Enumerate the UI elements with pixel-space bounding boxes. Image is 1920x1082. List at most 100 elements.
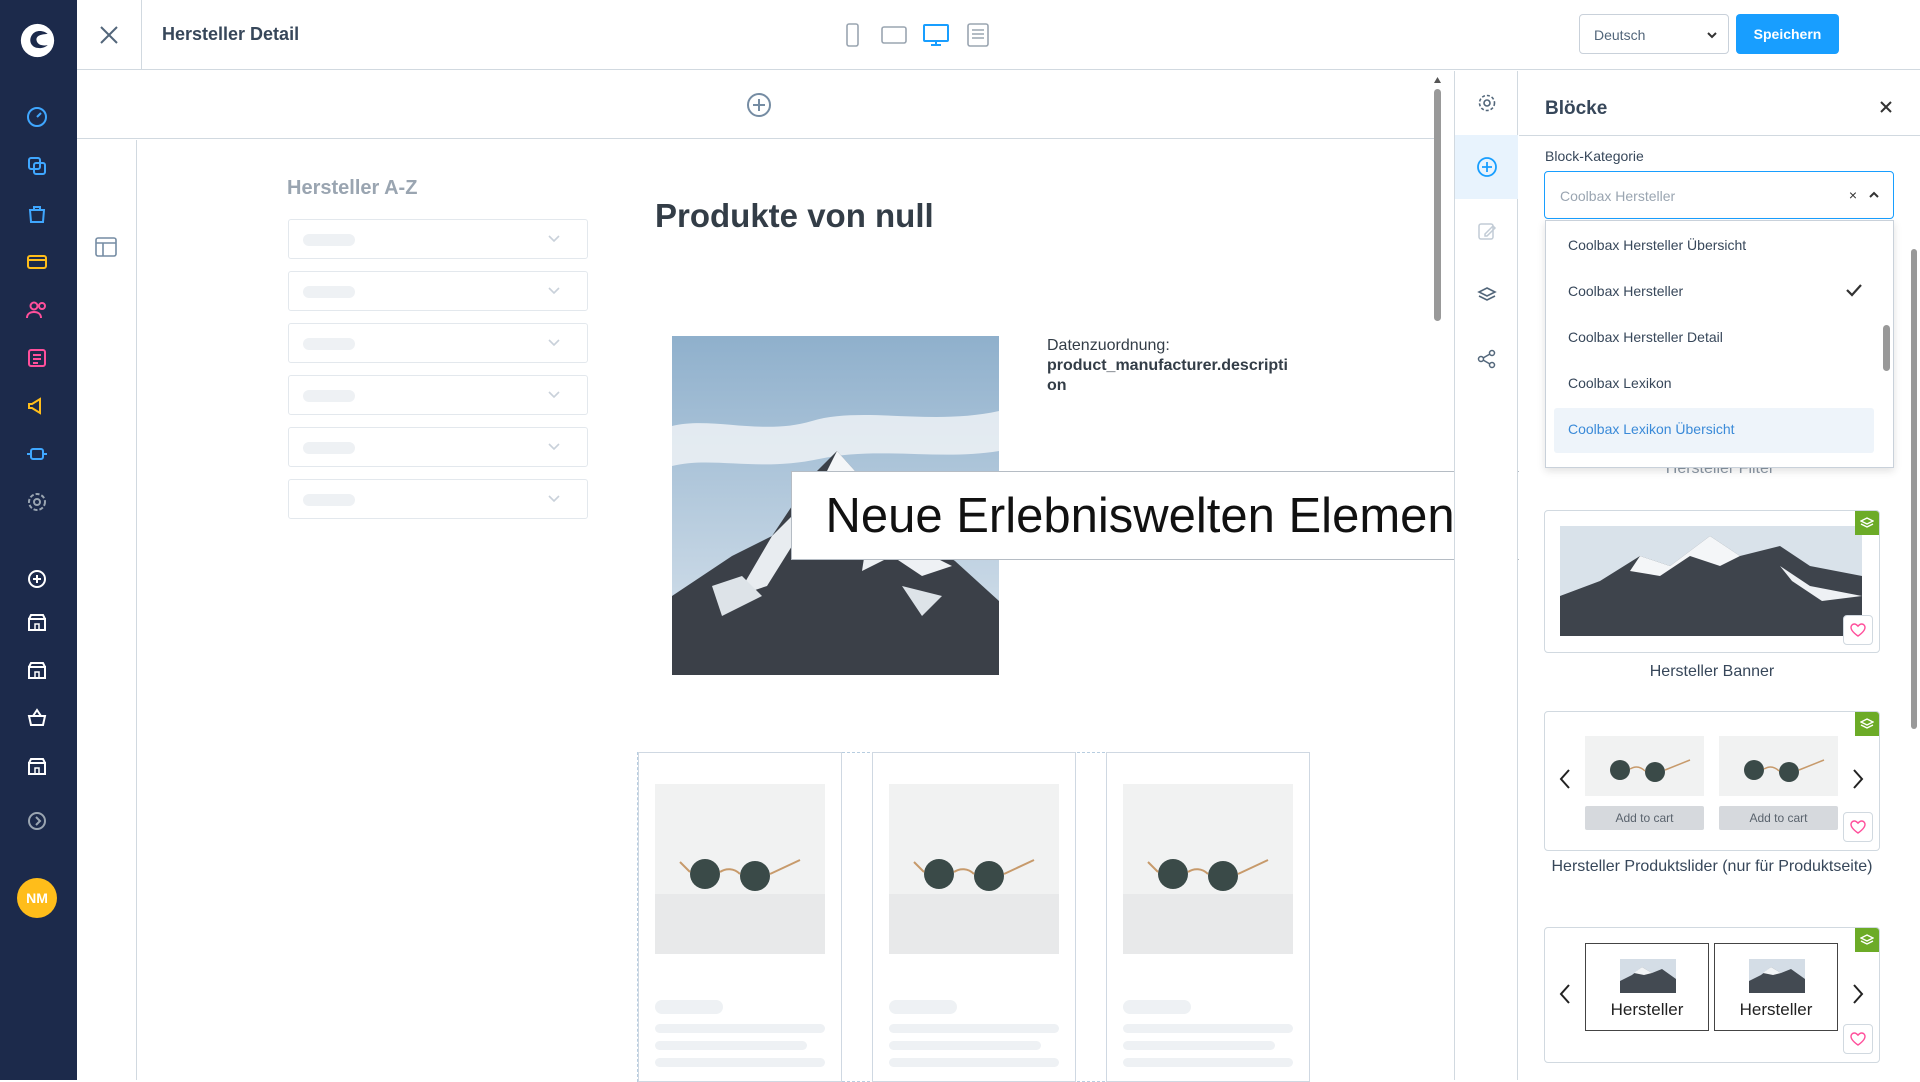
payment-icon[interactable] — [25, 250, 49, 274]
category-option[interactable]: Coolbax Lexikon — [1554, 362, 1874, 407]
checkmark-icon — [1846, 284, 1862, 297]
canvas-scrollbar[interactable] — [1434, 71, 1441, 1080]
sunglasses-picture — [1123, 784, 1293, 954]
storefront-icon[interactable] — [25, 754, 49, 778]
basket-icon[interactable] — [25, 706, 49, 730]
form-view-icon[interactable] — [965, 22, 991, 48]
add-to-cart-button: Add to cart — [1719, 806, 1838, 830]
panel-title: Blöcke — [1545, 98, 1608, 119]
scroll-up-arrow-icon — [1434, 77, 1441, 83]
dashboard-icon[interactable] — [25, 105, 49, 129]
manufacturer-tile: Hersteller — [1585, 943, 1709, 1031]
language-select[interactable]: Deutsch — [1579, 14, 1729, 54]
sunglasses-picture — [655, 784, 825, 954]
filter-placeholder — [288, 323, 588, 363]
clear-selection-icon[interactable]: × — [1849, 187, 1857, 203]
heart-icon — [1850, 1032, 1866, 1046]
chevron-down-icon — [548, 235, 560, 243]
section-layout-icon[interactable] — [95, 236, 117, 258]
banner-mountain-picture — [1560, 526, 1862, 636]
close-editor-button[interactable] — [77, 0, 142, 70]
sunglasses-picture — [889, 784, 1059, 954]
close-icon[interactable] — [1880, 101, 1892, 113]
product-box[interactable] — [1106, 752, 1310, 1082]
block-category-dropdown: Coolbax Hersteller Übersicht Coolbax Her… — [1545, 220, 1894, 468]
dropdown-scrollbar[interactable] — [1882, 225, 1891, 465]
blocks-panel: Blöcke Block-Kategorie Coolbax Herstelle… — [1519, 71, 1920, 1080]
marketing-icon[interactable] — [25, 394, 49, 418]
layers-icon — [1860, 934, 1874, 945]
heart-icon — [1850, 623, 1866, 637]
layers-badge — [1855, 928, 1879, 952]
mobile-view-icon[interactable] — [839, 22, 865, 48]
chevron-down-icon — [548, 287, 560, 295]
favorite-button[interactable] — [1843, 812, 1873, 842]
layout-canvas: Hersteller A-Z Produkte von null Datenzu… — [77, 71, 1441, 1082]
add-sales-channel-icon[interactable] — [25, 567, 49, 591]
add-block-icon — [1476, 157, 1497, 177]
block-preview-banner[interactable] — [1544, 510, 1880, 653]
favorite-button[interactable] — [1843, 1024, 1873, 1054]
user-avatar[interactable]: NM — [17, 878, 57, 918]
layers-icon — [1860, 517, 1874, 528]
close-icon — [100, 26, 118, 44]
admin-sidebar: NM — [0, 0, 77, 1080]
chevron-right-icon — [1853, 769, 1864, 789]
collapse-menu-icon[interactable] — [25, 809, 49, 833]
filter-placeholder — [288, 219, 588, 259]
share-icon — [1477, 349, 1495, 369]
filter-placeholder — [288, 479, 588, 519]
category-option[interactable]: Coolbax Hersteller Detail — [1554, 316, 1874, 361]
add-section-bar — [77, 71, 1441, 139]
save-button[interactable]: Speichern — [1736, 14, 1839, 54]
tool-share[interactable] — [1455, 327, 1518, 391]
gear-icon — [1478, 94, 1495, 112]
language-select-value: Deutsch — [1594, 27, 1646, 43]
category-option[interactable]: Coolbax Hersteller Übersicht — [1554, 224, 1874, 269]
tool-layers[interactable] — [1455, 263, 1518, 327]
sunglasses-image — [889, 784, 1059, 954]
customers-icon[interactable] — [25, 298, 49, 322]
content-icon[interactable] — [25, 346, 49, 370]
tool-settings[interactable] — [1455, 71, 1518, 135]
layers-badge — [1855, 712, 1879, 736]
sunglasses-image — [655, 784, 825, 954]
add-section-icon[interactable] — [746, 92, 772, 118]
top-bar: Hersteller Detail Deutsch Speichern — [77, 0, 1920, 70]
settings-icon[interactable] — [25, 490, 49, 514]
manufacturer-az-title: Hersteller A-Z — [287, 177, 418, 199]
storefront-icon[interactable] — [25, 610, 49, 634]
panel-scrollbar[interactable] — [1910, 241, 1918, 1080]
shopware-logo-icon[interactable] — [19, 22, 56, 59]
block-preview-manufacturer-slider[interactable]: Hersteller Hersteller — [1544, 927, 1880, 1063]
tablet-view-icon[interactable] — [881, 22, 907, 48]
chevron-left-icon — [1559, 769, 1570, 789]
desktop-view-icon[interactable] — [923, 22, 949, 48]
chevron-down-icon — [548, 495, 560, 503]
category-option-selected[interactable]: Coolbax Hersteller — [1554, 270, 1874, 315]
category-option-highlighted[interactable]: Coolbax Lexikon Übersicht — [1554, 408, 1874, 453]
product-box[interactable] — [638, 752, 842, 1082]
storefront-icon[interactable] — [25, 658, 49, 682]
add-to-cart-button: Add to cart — [1585, 806, 1704, 830]
tile-label: Hersteller — [1739, 1000, 1813, 1019]
block-category-select[interactable]: Coolbax Hersteller × — [1544, 171, 1894, 219]
sunglasses-picture — [1719, 736, 1838, 796]
mountain-picture — [1749, 959, 1805, 993]
favorite-button[interactable] — [1843, 615, 1873, 645]
tool-blocks[interactable] — [1455, 135, 1518, 199]
tool-edit[interactable] — [1455, 199, 1518, 263]
tile-label: Hersteller — [1610, 1000, 1684, 1019]
overlay-caption: Neue Erlebniswelten Elemente — [791, 471, 1530, 560]
product-box[interactable] — [872, 752, 1076, 1082]
block-preview-product-slider[interactable]: Add to cart Add to cart — [1544, 711, 1880, 851]
manufacturer-tile: Hersteller — [1714, 943, 1838, 1031]
data-mapping-label: Datenzuordnung: — [1047, 337, 1170, 354]
layers-icon — [1860, 718, 1874, 729]
catalogue-icon[interactable] — [25, 154, 49, 178]
block-category-label: Block-Kategorie — [1545, 148, 1644, 164]
option-label: Coolbax Hersteller Übersicht — [1568, 237, 1747, 253]
extensions-icon[interactable] — [25, 442, 49, 466]
orders-icon[interactable] — [25, 202, 49, 226]
data-mapping-value: product_manufacturer.description — [1047, 357, 1288, 394]
